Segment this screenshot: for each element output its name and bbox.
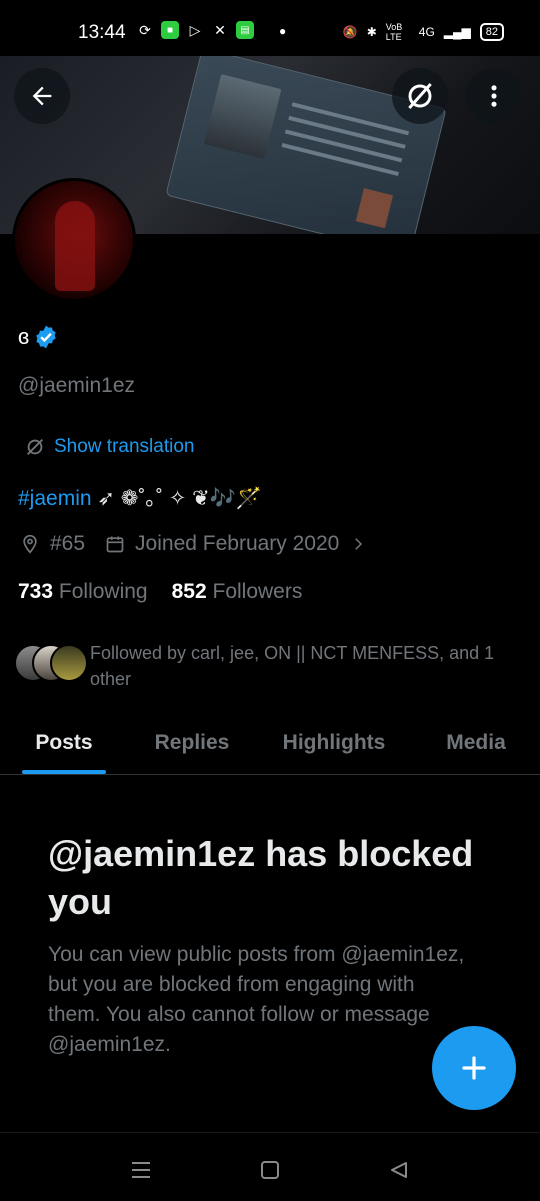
plus-icon — [462, 1056, 486, 1080]
location-item: #65 — [20, 532, 85, 556]
tab-media[interactable]: Media — [412, 712, 540, 774]
tab-label: Highlights — [282, 731, 386, 754]
tab-label: Media — [446, 731, 506, 754]
card-mini-photo — [355, 188, 394, 229]
translate-icon — [408, 83, 432, 109]
menu-icon — [132, 1162, 150, 1178]
more-vertical-icon — [491, 85, 497, 107]
play-icon: ▷ — [189, 21, 201, 38]
bio-text: ➶ ❁˚｡˚ ✧ ❦🎶🪄 — [91, 487, 263, 510]
network-label: 4G — [418, 25, 435, 39]
notification-icons: ⟳ ■ ▷ ✕ ▤ — [136, 21, 254, 39]
battery-icon: 82 — [479, 23, 504, 41]
profile-avatar[interactable] — [12, 178, 136, 302]
profile-handle: @jaemin1ez — [18, 374, 136, 397]
following-count: 733 — [18, 580, 54, 603]
profile-tabs: Posts Replies Highlights Media — [0, 712, 540, 775]
active-tab-indicator — [22, 770, 106, 774]
bluetooth-icon: ✱ — [366, 25, 377, 39]
tab-label: Replies — [154, 731, 230, 754]
calendar-icon — [106, 536, 124, 553]
followed-by-avatars — [14, 640, 88, 682]
back-button[interactable] — [14, 68, 70, 124]
location-text: #65 — [50, 532, 86, 555]
recent-apps-button[interactable] — [126, 1155, 156, 1185]
profile-meta: #65 Joined February 2020 — [20, 532, 387, 556]
tab-label: Posts — [35, 731, 93, 754]
followed-by-text: Followed by carl, jee, ON || NCT MENFESS… — [90, 643, 495, 689]
volte-label: VoB LTE — [385, 22, 403, 42]
following-label: Following — [58, 580, 148, 603]
home-button[interactable] — [255, 1155, 285, 1185]
back-triangle-icon — [391, 1162, 407, 1178]
follower-avatar — [50, 644, 88, 682]
joined-item[interactable]: Joined February 2020 — [105, 532, 367, 556]
blocked-title: @jaemin1ez has blocked you — [48, 833, 474, 922]
signal-icon: ▂▄▆ — [443, 25, 471, 39]
translate-small-icon — [27, 439, 43, 455]
status-time: 13:44 — [78, 22, 126, 43]
show-translation-link[interactable]: Show translation — [24, 436, 194, 458]
avatar-figure — [55, 201, 95, 291]
back-nav-button[interactable] — [384, 1155, 414, 1185]
chevron-right-icon — [355, 538, 363, 550]
message-app-icon: ▤ — [236, 21, 254, 39]
back-arrow-icon — [32, 86, 52, 106]
location-pin-icon — [23, 534, 37, 554]
tab-replies[interactable]: Replies — [128, 712, 256, 774]
display-name-row: ɞ — [18, 324, 59, 350]
followers-label: Followers — [212, 580, 303, 603]
follow-stats: 733 Following 852 Followers — [18, 580, 302, 604]
bio-hashtag-link[interactable]: #jaemin — [18, 487, 92, 510]
followers-count: 852 — [171, 580, 207, 603]
sync-icon: ⟳ — [139, 21, 151, 38]
verified-badge-icon[interactable] — [33, 324, 59, 350]
tab-posts[interactable]: Posts — [0, 712, 128, 774]
home-square-icon — [261, 1161, 279, 1179]
app-icon: ■ — [161, 21, 179, 39]
card-photo — [203, 74, 282, 160]
joined-text: Joined February 2020 — [135, 532, 340, 555]
translate-button[interactable] — [392, 68, 448, 124]
following-link[interactable]: 733 Following — [18, 580, 148, 604]
profile-bio: #jaemin ➶ ❁˚｡˚ ✧ ❦🎶🪄 — [18, 482, 262, 512]
compose-button[interactable] — [432, 1026, 516, 1110]
card-text-lines — [291, 102, 410, 136]
followers-link[interactable]: 852 Followers — [172, 580, 303, 604]
followed-by-row[interactable]: Followed by carl, jee, ON || NCT MENFESS… — [14, 640, 524, 692]
display-name: ɞ — [18, 324, 30, 349]
capcut-icon: ✕ — [214, 21, 226, 38]
mute-icon: 🔕 — [342, 25, 358, 39]
system-icons: 🔕 ✱ VoB LTE 4G ▂▄▆ 82 — [343, 22, 504, 42]
system-nav-bar — [0, 1132, 540, 1201]
notification-dot-icon: ● — [279, 24, 287, 38]
tab-highlights[interactable]: Highlights — [256, 712, 412, 774]
show-translation-label: Show translation — [54, 436, 195, 457]
more-options-button[interactable] — [466, 68, 522, 124]
status-bar: 13:44 ⟳ ■ ▷ ✕ ▤ ● 🔕 ✱ VoB LTE 4G ▂▄▆ 82 — [0, 0, 540, 56]
blocked-body: You can view public posts from @jaemin1e… — [48, 943, 465, 1056]
